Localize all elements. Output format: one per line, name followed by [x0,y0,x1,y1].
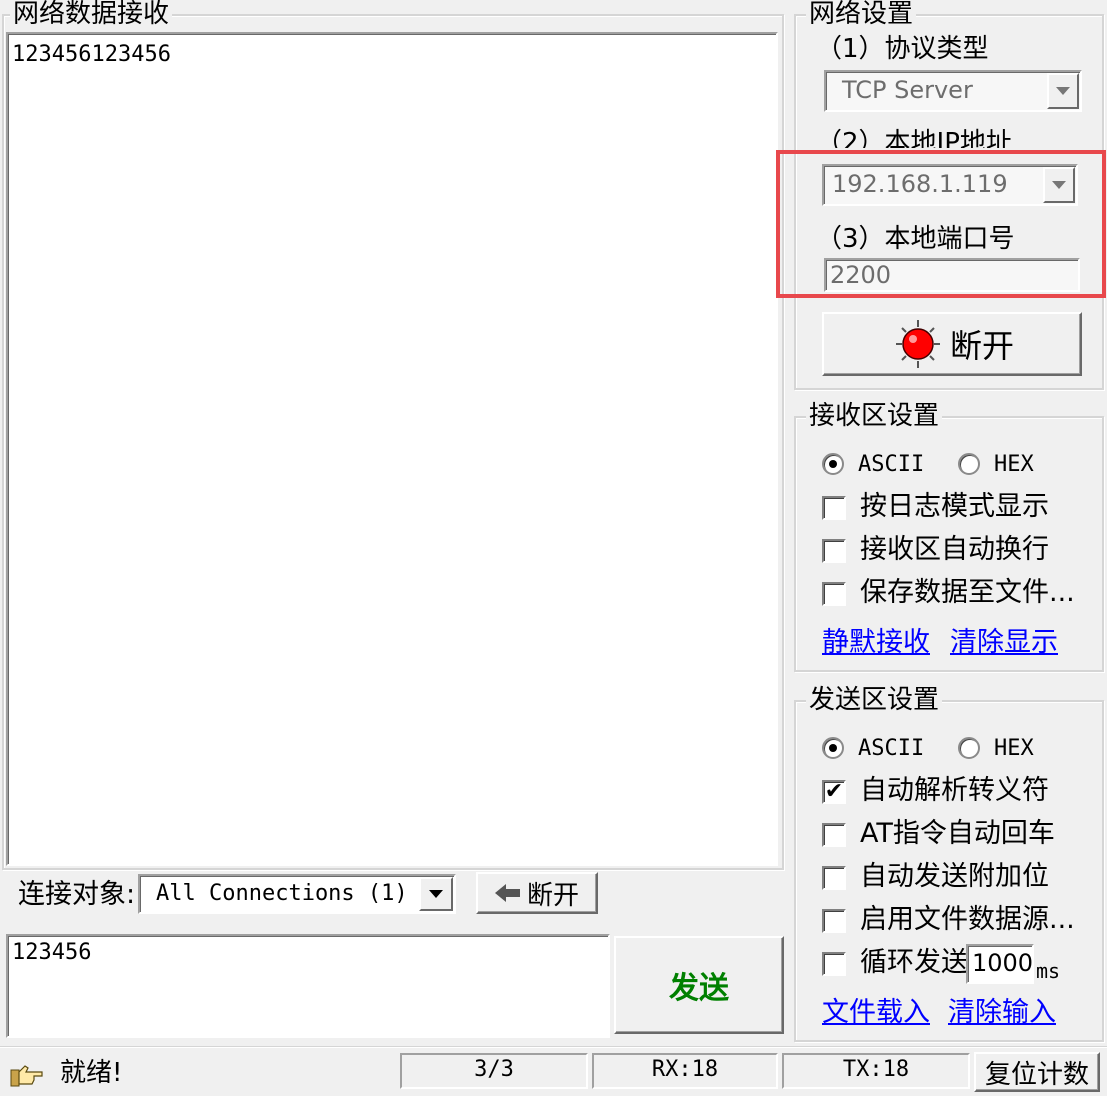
escape-parse-label: 自动解析转义符 [860,775,1049,806]
clear-input-link[interactable]: 清除输入 [948,998,1056,1028]
status-counter: 3/3 [400,1053,588,1089]
log-mode-label: 按日志模式显示 [860,491,1049,522]
loop-interval-unit: ms [1036,959,1061,983]
highlight-box [776,150,1106,298]
connection-target-label: 连接对象: [18,879,136,910]
send-input[interactable]: 123456 [6,934,610,1038]
escape-parse-checkbox[interactable]: ✔ [822,780,846,804]
connect-toggle-button[interactable]: 断开 [822,312,1082,376]
loop-send-label: 循环发送 [860,947,968,978]
chevron-down-icon [1056,87,1070,95]
connection-target-select[interactable]: All Connections (1) [138,874,456,914]
arrow-left-icon [494,884,520,902]
file-source-label: 启用文件数据源... [860,904,1075,935]
save-to-file-label: 保存数据至文件... [860,577,1075,608]
append-bits-label: 自动发送附加位 [860,861,1049,892]
loop-send-checkbox[interactable] [822,952,846,976]
send-button-label: 发送 [669,971,729,1006]
file-source-checkbox[interactable] [822,909,846,933]
auto-wrap-label: 接收区自动换行 [860,534,1049,565]
clear-display-link[interactable]: 清除显示 [950,628,1058,658]
network-settings-title: 网络设置 [806,0,917,28]
status-rx: RX:18 [592,1053,778,1089]
red-led-icon [895,320,940,368]
receive-settings-title: 接收区设置 [806,402,943,430]
reset-count-button[interactable]: 复位计数 [974,1052,1100,1092]
receive-textarea[interactable]: 123456123456 [6,32,778,866]
send-button[interactable]: 发送 [614,936,784,1034]
chevron-down-icon [429,890,443,898]
receive-group-title: 网络数据接收 [10,0,173,28]
status-text: 就绪! [60,1058,123,1088]
loop-interval-input[interactable]: 1000 [966,944,1034,984]
at-auto-enter-checkbox[interactable] [822,823,846,847]
loop-interval-value: 1000 [972,949,1034,977]
at-auto-enter-label: AT指令自动回车 [860,818,1055,849]
send-settings-title: 发送区设置 [806,686,943,714]
protocol-value: TCP Server [842,76,973,104]
local-ip-label: （2）本地IP地址 [816,128,1012,148]
send-hex-label: HEX [994,736,1034,761]
receive-ascii-radio[interactable] [822,453,844,475]
disconnect-client-label: 断开 [526,880,579,911]
auto-wrap-checkbox[interactable] [822,539,846,563]
connection-dropdown-button[interactable] [419,877,453,911]
receive-ascii-label: ASCII [858,452,925,477]
connect-toggle-label: 断开 [949,327,1014,365]
append-bits-checkbox[interactable] [822,866,846,890]
protocol-dropdown-button[interactable] [1047,73,1079,109]
silent-receive-link[interactable]: 静默接收 [822,628,930,658]
protocol-select[interactable]: TCP Server [824,70,1082,112]
status-tx: TX:18 [782,1053,970,1089]
checkmark-icon: ✔ [824,779,844,804]
receive-hex-radio[interactable] [958,453,980,475]
log-mode-checkbox[interactable] [822,496,846,520]
connection-target-value: All Connections (1) [156,881,408,906]
disconnect-client-button[interactable]: 断开 [476,872,598,914]
send-ascii-radio[interactable] [822,737,844,759]
protocol-label: （1）协议类型 [816,34,989,64]
receive-hex-label: HEX [994,452,1034,477]
status-bar-top-line [0,1046,1107,1048]
send-hex-radio[interactable] [958,737,980,759]
reset-count-label: 复位计数 [984,1059,1089,1090]
receive-content: 123456123456 [12,42,171,67]
save-to-file-checkbox[interactable] [822,582,846,606]
pointing-hand-icon [10,1065,43,1087]
send-ascii-label: ASCII [858,736,925,761]
send-input-value: 123456 [12,940,92,965]
file-load-link[interactable]: 文件载入 [822,998,930,1028]
